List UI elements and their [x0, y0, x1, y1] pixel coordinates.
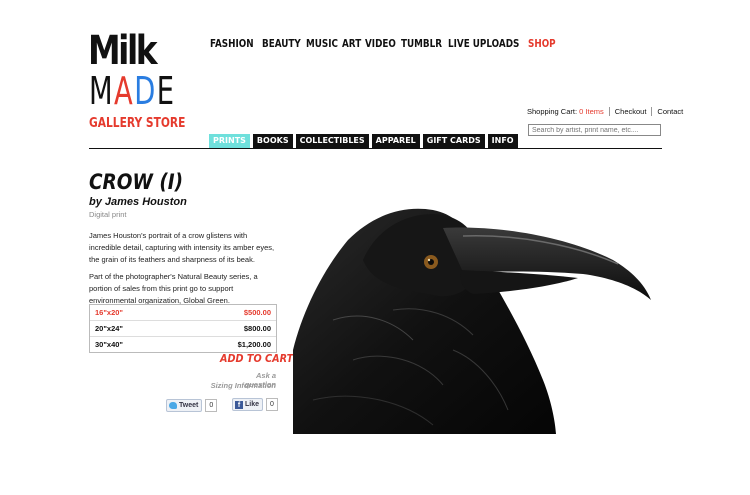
tab-collectibles[interactable]: COLLECTIBLES: [295, 134, 369, 148]
nav-item-live-uploads[interactable]: LIVE UPLOADS: [448, 37, 519, 50]
product-artist: by James Houston: [89, 196, 187, 208]
nav-item-tumblr[interactable]: TUMBLR: [401, 37, 442, 50]
nav-item-beauty[interactable]: BEAUTY: [262, 37, 301, 50]
top-nav: FASHION BEAUTY MUSIC ART VIDEO TUMBLR LI…: [210, 37, 563, 50]
facebook-icon: f: [235, 400, 243, 409]
like-count: 0: [266, 398, 278, 411]
like-button[interactable]: f Like: [232, 398, 264, 411]
tweet-count: 0: [205, 399, 218, 412]
nav-item-art[interactable]: ART: [342, 37, 361, 50]
nav-item-music[interactable]: MUSIC: [306, 37, 338, 50]
like-label: Like: [245, 401, 260, 408]
nav-item-video[interactable]: VIDEO: [365, 37, 396, 50]
twitter-bird-icon: [169, 402, 177, 409]
shopping-cart-link[interactable]: Shopping Cart: 0 Items: [527, 107, 609, 116]
cart-count: 0 Items: [579, 107, 604, 116]
size-label: 30"x40": [95, 340, 123, 349]
header-divider: [89, 148, 662, 149]
tweet-widget: Tweet 0: [166, 399, 218, 412]
size-price: $500.00: [243, 308, 271, 317]
logo-subtitle: GALLERY STORE: [89, 116, 186, 131]
nav-item-shop[interactable]: SHOP: [528, 37, 556, 50]
size-label: 16"x20": [95, 308, 123, 317]
add-to-cart-button[interactable]: ADD TO CART: [220, 353, 293, 365]
sizing-info-link[interactable]: Sizing Information: [190, 381, 276, 390]
logo-made-letter: D: [134, 69, 157, 113]
shop-subtabs: PRINTS BOOKS COLLECTIBLES APPAREL GIFT C…: [209, 134, 518, 148]
tab-prints[interactable]: PRINTS: [209, 134, 250, 148]
product-description: James Houston's portrait of a crow glist…: [89, 231, 275, 264]
tweet-button[interactable]: Tweet: [166, 399, 203, 412]
logo-made-letter: E: [156, 69, 176, 113]
checkout-link[interactable]: Checkout: [608, 107, 652, 116]
tab-books[interactable]: BOOKS: [252, 134, 293, 148]
product-medium: Digital print: [89, 210, 127, 219]
logo-made-letter: A: [114, 69, 135, 113]
logo-milk[interactable]: Milk: [88, 31, 158, 71]
size-price: $800.00: [243, 324, 271, 333]
cart-label: Shopping Cart:: [527, 107, 578, 116]
tweet-label: Tweet: [179, 402, 199, 409]
product-title: CROW (I): [89, 170, 184, 194]
tab-info[interactable]: INFO: [487, 134, 518, 148]
contact-link[interactable]: Contact: [651, 107, 688, 116]
logo-made[interactable]: MADE: [89, 72, 175, 110]
size-price: $1,200.00: [237, 340, 271, 349]
size-option[interactable]: 16"x20" $500.00: [90, 305, 276, 320]
product-image-crow[interactable]: [293, 200, 659, 434]
size-options: 16"x20" $500.00 20"x24" $800.00 30"x40" …: [89, 304, 277, 353]
product-description-series: Part of the photographer's Natural Beaut…: [89, 272, 258, 305]
tab-apparel[interactable]: APPAREL: [371, 134, 420, 148]
nav-item-fashion[interactable]: FASHION: [210, 37, 254, 50]
size-option[interactable]: 30"x40" $1,200.00: [90, 336, 276, 352]
size-label: 20"x24": [95, 324, 123, 333]
tab-gift-cards[interactable]: GIFT CARDS: [422, 134, 485, 148]
logo-made-letter: M: [89, 69, 115, 113]
search-input[interactable]: [528, 124, 661, 136]
size-option[interactable]: 20"x24" $800.00: [90, 320, 276, 336]
utility-bar: Shopping Cart: 0 Items Checkout Contact: [527, 107, 688, 116]
like-widget: f Like 0: [232, 398, 278, 411]
